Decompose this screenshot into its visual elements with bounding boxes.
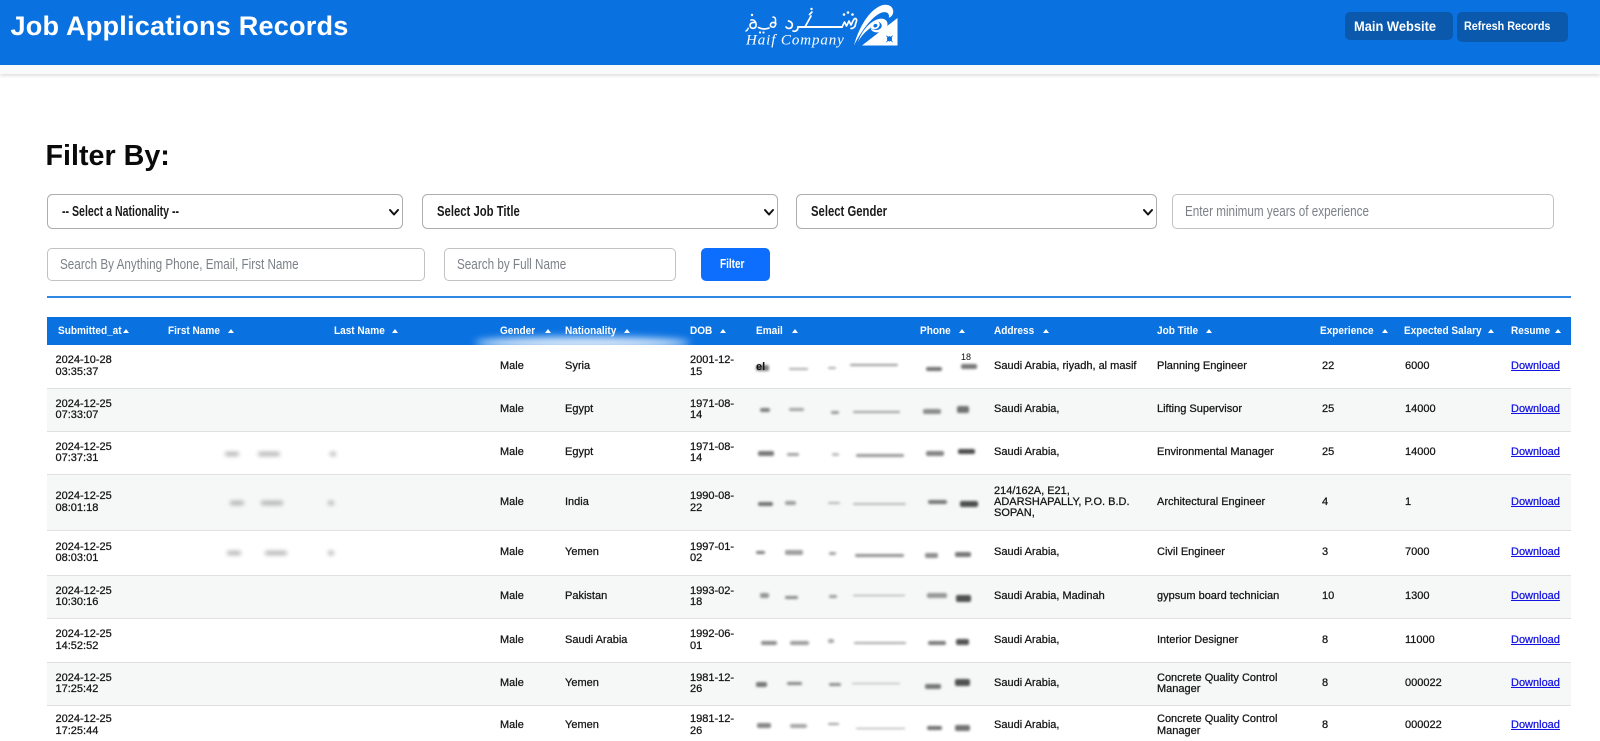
svg-text:Haif Company: Haif Company <box>745 33 845 49</box>
